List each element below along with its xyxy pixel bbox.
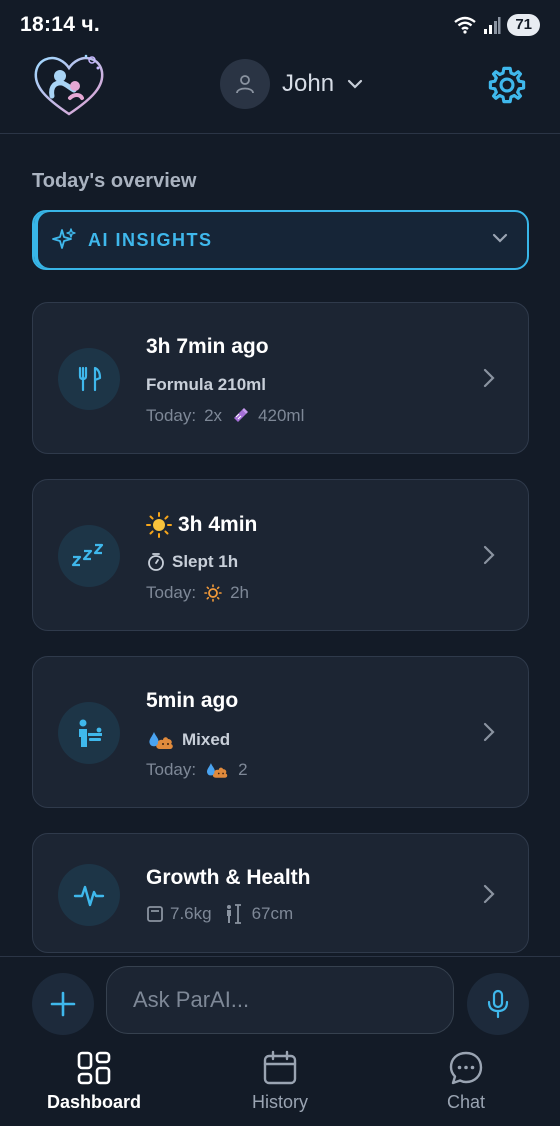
height-icon: [226, 904, 241, 924]
chat-icon: [449, 1051, 483, 1085]
baby-bottle-icon: [234, 408, 249, 422]
sleep-detail: Slept 1h: [146, 552, 238, 572]
dashboard-icon: [77, 1051, 111, 1085]
feeding-detail: Formula 210ml: [146, 375, 266, 394]
mixed-diaper-icon: [149, 732, 173, 749]
add-entry-button[interactable]: [32, 973, 94, 1035]
feeding-today: Today: 2x 420ml: [146, 406, 304, 426]
battery-indicator: 71: [507, 14, 540, 36]
status-bar: 18:14 ч. 71: [0, 0, 560, 50]
tab-label: Dashboard: [46, 1092, 142, 1112]
feeding-icon-container: [58, 348, 120, 410]
sleep-icon-container: [58, 525, 120, 587]
diaper-count: 2: [238, 760, 248, 779]
user-icon: [236, 75, 254, 94]
growth-card[interactable]: Growth & Health 7.6kg 67cm: [32, 833, 529, 953]
sleep-awake-time: 3h 4min: [146, 512, 257, 538]
app-header: John: [0, 50, 560, 134]
sleep-card[interactable]: 3h 4min Slept 1h Today: 2h: [32, 479, 529, 631]
scale-icon: [147, 906, 163, 922]
zzz-icon: [71, 543, 104, 567]
chevron-down-icon: [347, 79, 363, 89]
growth-weight: 7.6kg: [170, 904, 212, 923]
growth-stats: 7.6kg 67cm: [146, 904, 293, 924]
diaper-card[interactable]: 5min ago Mixed Today: 2: [32, 656, 529, 808]
user-name: John: [282, 70, 335, 97]
microphone-icon: [487, 989, 509, 1019]
pulse-icon: [73, 885, 105, 907]
ai-insights-panel[interactable]: AI INSIGHTS: [32, 210, 529, 270]
diaper-detail: Mixed: [146, 729, 230, 751]
status-icons: 71: [453, 14, 540, 36]
status-time: 18:14 ч.: [20, 13, 100, 36]
today-label: Today:: [146, 583, 197, 602]
voice-input-button[interactable]: [467, 973, 529, 1035]
app-logo-icon: [34, 54, 104, 116]
chevron-down-icon: [492, 233, 508, 243]
fork-knife-icon: [78, 366, 102, 392]
growth-title: Growth & Health: [146, 866, 311, 889]
chevron-right-icon: [483, 722, 495, 742]
sun-small-icon: [204, 584, 222, 602]
sleep-total: 2h: [230, 583, 250, 602]
diaper-icon-container: [58, 702, 120, 764]
signal-icon: [484, 17, 501, 34]
sleep-today: Today: 2h: [146, 583, 249, 603]
baby-changing-icon: [79, 719, 102, 747]
ai-insights-label: AI INSIGHTS: [88, 229, 213, 250]
feeding-card[interactable]: 3h 7min ago Formula 210ml Today: 2x 420m…: [32, 302, 529, 454]
diaper-type: Mixed: [182, 730, 231, 749]
today-label: Today:: [146, 406, 197, 425]
wifi-icon: [454, 16, 477, 34]
ask-input[interactable]: [106, 966, 454, 1034]
chat-input-bar: [0, 956, 560, 1038]
tab-label: History: [251, 1092, 308, 1112]
sun-icon: [146, 512, 172, 538]
tab-label: Chat: [446, 1092, 486, 1112]
stopwatch-icon: [148, 553, 164, 571]
feeding-last-time: 3h 7min ago: [146, 335, 269, 358]
growth-icon-container: [58, 864, 120, 926]
chevron-right-icon: [483, 884, 495, 904]
calendar-icon: [263, 1050, 297, 1085]
gear-icon[interactable]: [486, 64, 528, 106]
feeding-total: 420ml: [258, 406, 305, 425]
avatar: [220, 59, 270, 109]
mixed-diaper-icon: [207, 763, 228, 778]
today-label: Today:: [146, 760, 197, 779]
sleep-duration: Slept 1h: [172, 552, 239, 571]
growth-height: 67cm: [251, 904, 294, 923]
diaper-today: Today: 2: [146, 760, 248, 780]
tab-dashboard[interactable]: Dashboard: [24, 1050, 164, 1113]
tab-chat[interactable]: Chat: [396, 1050, 536, 1113]
sparkles-icon: [52, 228, 76, 249]
user-switcher[interactable]: John: [220, 59, 364, 109]
section-title: Today's overview: [32, 170, 197, 192]
diaper-last-time: 5min ago: [146, 689, 239, 712]
feeding-count: 2x: [204, 406, 223, 425]
bottom-tab-bar: Dashboard History Chat: [0, 1040, 560, 1126]
tab-history[interactable]: History: [210, 1050, 350, 1113]
chevron-right-icon: [483, 545, 495, 565]
sleep-title: 3h 4min: [178, 513, 258, 536]
plus-icon: [50, 991, 76, 1017]
chevron-right-icon: [483, 368, 495, 388]
